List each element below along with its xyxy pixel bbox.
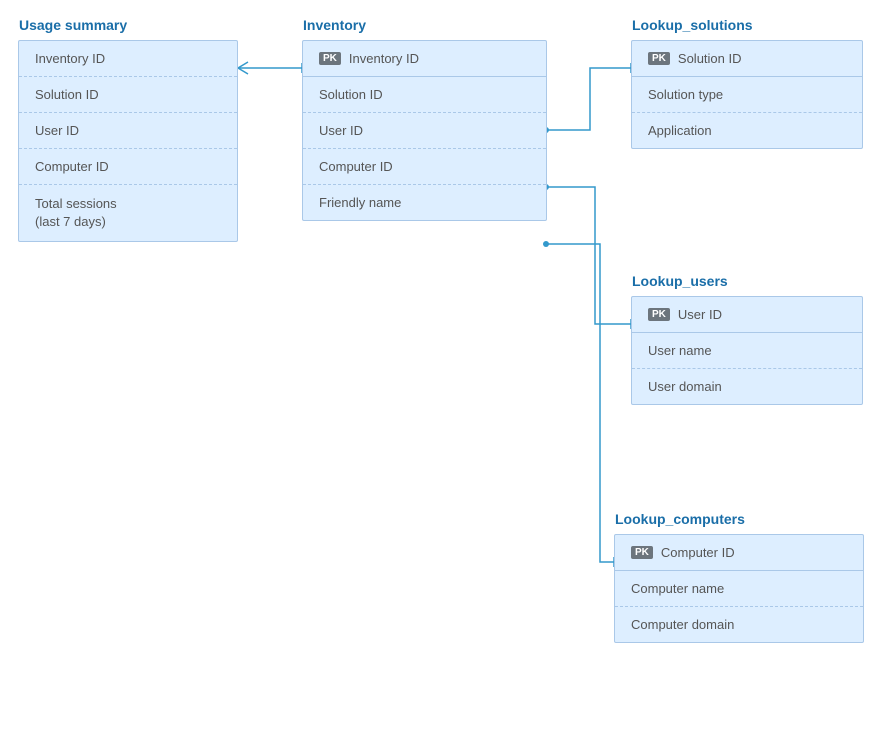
pk-badge-user-id: PK	[648, 308, 670, 321]
usage-summary-title: Usage summary	[19, 17, 127, 33]
lookup-users-table: Lookup_users PK User ID User name User d…	[631, 296, 863, 405]
lookup-solutions-title: Lookup_solutions	[632, 17, 753, 33]
usage-summary-solution-id: Solution ID	[19, 77, 237, 113]
pk-badge-inventory-id: PK	[319, 52, 341, 65]
lookup-users-user-id: PK User ID	[632, 297, 862, 333]
usage-summary-table: Usage summary Inventory ID Solution ID U…	[18, 40, 238, 242]
inventory-solution-id: Solution ID	[303, 77, 546, 113]
lookup-computers-computer-id: PK Computer ID	[615, 535, 863, 571]
usage-summary-total-sessions: Total sessions(last 7 days)	[19, 185, 237, 241]
inventory-inventory-id: PK Inventory ID	[303, 41, 546, 77]
pk-badge-computer-id: PK	[631, 546, 653, 559]
inventory-title: Inventory	[303, 17, 366, 33]
lookup-users-title: Lookup_users	[632, 273, 728, 289]
pk-badge-solution-id: PK	[648, 52, 670, 65]
usage-summary-inventory-id: Inventory ID	[19, 41, 237, 77]
usage-summary-computer-id: Computer ID	[19, 149, 237, 185]
lookup-solutions-application: Application	[632, 113, 862, 148]
lookup-users-user-name: User name	[632, 333, 862, 369]
inventory-friendly-name: Friendly name	[303, 185, 546, 220]
usage-summary-user-id: User ID	[19, 113, 237, 149]
inventory-table: Inventory PK Inventory ID Solution ID Us…	[302, 40, 547, 221]
lookup-computers-computer-domain: Computer domain	[615, 607, 863, 642]
inventory-computer-id: Computer ID	[303, 149, 546, 185]
lookup-computers-computer-name: Computer name	[615, 571, 863, 607]
lookup-solutions-solution-type: Solution type	[632, 77, 862, 113]
inventory-user-id: User ID	[303, 113, 546, 149]
diagram-container: Usage summary Inventory ID Solution ID U…	[0, 0, 880, 752]
lookup-users-user-domain: User domain	[632, 369, 862, 404]
lookup-computers-title: Lookup_computers	[615, 511, 745, 527]
lookup-solutions-table: Lookup_solutions PK Solution ID Solution…	[631, 40, 863, 149]
lookup-computers-table: Lookup_computers PK Computer ID Computer…	[614, 534, 864, 643]
lookup-solutions-solution-id: PK Solution ID	[632, 41, 862, 77]
